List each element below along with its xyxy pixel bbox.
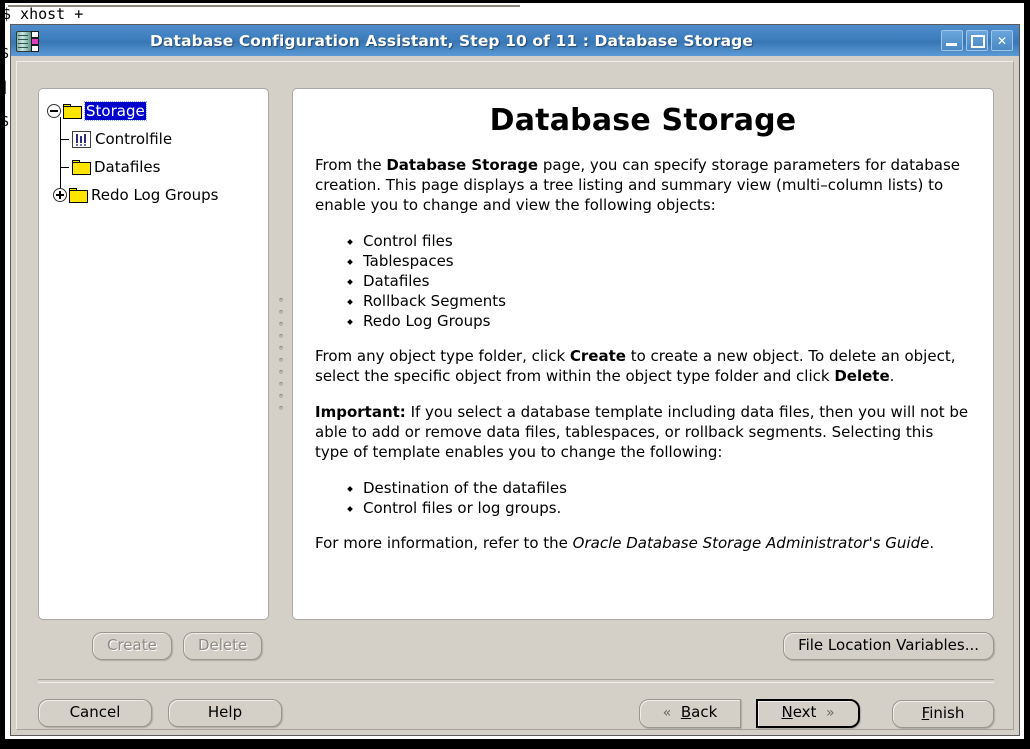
intro-paragraph: From the Database Storage page, you can … xyxy=(315,155,971,215)
window-title: Database Configuration Assistant, Step 1… xyxy=(150,31,753,50)
controlfile-icon xyxy=(72,130,91,148)
back-button[interactable]: « Back xyxy=(639,699,741,728)
minimize-button[interactable] xyxy=(941,30,963,51)
splitter-dot xyxy=(279,406,283,410)
cd-text-3: . xyxy=(889,367,895,385)
list-item: Rollback Segments xyxy=(363,291,971,311)
list-item: Destination of the datafiles xyxy=(363,478,971,498)
list-item: Redo Log Groups xyxy=(363,311,971,331)
next-mnemonic: N xyxy=(781,703,793,721)
create-delete-paragraph: From any object type folder, click Creat… xyxy=(315,346,971,386)
dialog-actions-left: Cancel Help xyxy=(38,699,282,727)
intro-bold: Database Storage xyxy=(386,156,539,174)
back-icon: « xyxy=(662,705,672,721)
tree-node-label: Storage xyxy=(84,101,147,121)
window-controls: ✕ xyxy=(941,30,1013,51)
back-label-rest: ack xyxy=(691,703,718,721)
frame-left xyxy=(0,0,5,749)
dialog-body: Storage Controlfile Datafiles Redo Log G… xyxy=(11,56,1019,735)
dialog-actions-right: « Back Next » Finish xyxy=(639,699,994,728)
database-configuration-assistant-window: Database Configuration Assistant, Step 1… xyxy=(10,24,1020,736)
cancel-button[interactable]: Cancel xyxy=(38,699,152,727)
maximize-button[interactable] xyxy=(966,30,988,51)
tree-node-label: Controlfile xyxy=(95,130,173,148)
frame-right xyxy=(1024,0,1030,749)
tree-node-redo-log-groups[interactable]: Redo Log Groups xyxy=(39,181,268,209)
splitter-dot xyxy=(279,394,283,398)
file-location-variables-button[interactable]: File Location Variables... xyxy=(783,632,994,660)
frame-bottom xyxy=(0,739,1030,749)
intro-text-1: From the xyxy=(315,156,387,174)
list-item: Control files xyxy=(363,231,971,251)
cd-bold-create: Create xyxy=(569,347,626,365)
back-mnemonic: B xyxy=(680,703,692,721)
object-actions: Create Delete xyxy=(92,632,263,660)
folder-icon xyxy=(72,159,91,175)
tree-node-datafiles[interactable]: Datafiles xyxy=(39,153,268,181)
maximize-icon xyxy=(971,35,985,48)
splitter-dot xyxy=(279,358,283,362)
terminal-line-1: $ xhost + xyxy=(2,5,84,23)
splitter-dot xyxy=(279,370,283,374)
splitter-dot xyxy=(279,322,283,326)
splitter-dot xyxy=(279,382,283,386)
objects-list: Control files Tablespaces Datafiles Roll… xyxy=(315,231,971,331)
splitter-dot xyxy=(279,334,283,338)
splitter-dot xyxy=(279,298,283,302)
list-item: Tablespaces xyxy=(363,251,971,271)
splitter-dot xyxy=(279,310,283,314)
database-icon xyxy=(16,30,39,52)
tree-node-storage[interactable]: Storage xyxy=(39,97,268,125)
folder-icon xyxy=(69,187,88,203)
next-label-rest: ext xyxy=(792,703,817,721)
cd-bold-delete: Delete xyxy=(834,367,890,385)
file-location-actions: File Location Variables... xyxy=(783,632,994,660)
bottom-separator xyxy=(38,679,994,683)
terminal-rule-top xyxy=(8,5,520,7)
important-text: If you select a database template includ… xyxy=(315,403,969,461)
list-item: Datafiles xyxy=(363,271,971,291)
list-item: Control files or log groups. xyxy=(363,498,971,518)
more-info-guide-title: Oracle Database Storage Administrator's … xyxy=(572,534,930,552)
folder-icon xyxy=(63,103,82,119)
panel-splitter[interactable] xyxy=(276,88,286,620)
next-icon: » xyxy=(825,705,835,721)
dialog-body-inner: Storage Controlfile Datafiles Redo Log G… xyxy=(16,61,1014,730)
cd-text-1: From any object type folder, click xyxy=(315,347,570,365)
splitter-dot xyxy=(279,346,283,350)
create-button[interactable]: Create xyxy=(92,632,172,660)
minimize-icon xyxy=(946,43,957,46)
close-icon: ✕ xyxy=(996,33,1008,48)
template-changes-list: Destination of the datafiles Control fil… xyxy=(315,478,971,518)
help-button[interactable]: Help xyxy=(168,699,282,727)
more-info-period: . xyxy=(929,534,935,552)
more-info-paragraph: For more information, refer to the Oracl… xyxy=(315,533,971,553)
page-title: Database Storage xyxy=(489,103,797,138)
more-info-text: For more information, refer to the xyxy=(315,534,573,552)
next-button[interactable]: Next » xyxy=(756,699,860,728)
important-paragraph: Important: If you select a database temp… xyxy=(315,402,971,462)
important-label: Important: xyxy=(315,403,406,421)
collapse-handle-icon[interactable] xyxy=(47,104,61,118)
delete-button[interactable]: Delete xyxy=(182,632,263,660)
title-bar[interactable]: Database Configuration Assistant, Step 1… xyxy=(11,25,1019,57)
expand-handle-icon[interactable] xyxy=(53,188,67,202)
close-button[interactable]: ✕ xyxy=(991,30,1013,51)
finish-button[interactable]: Finish xyxy=(892,699,994,728)
content-area: Storage Controlfile Datafiles Redo Log G… xyxy=(38,88,994,620)
storage-tree-panel[interactable]: Storage Controlfile Datafiles Redo Log G… xyxy=(38,88,269,620)
frame-top xyxy=(0,0,1030,3)
finish-label-rest: inish xyxy=(929,703,965,722)
tree-node-controlfile[interactable]: Controlfile xyxy=(39,125,268,153)
tree-node-label: Redo Log Groups xyxy=(91,186,219,204)
tree-node-label: Datafiles xyxy=(94,158,161,176)
description-panel: Database Storage From the Database Stora… xyxy=(292,88,994,620)
